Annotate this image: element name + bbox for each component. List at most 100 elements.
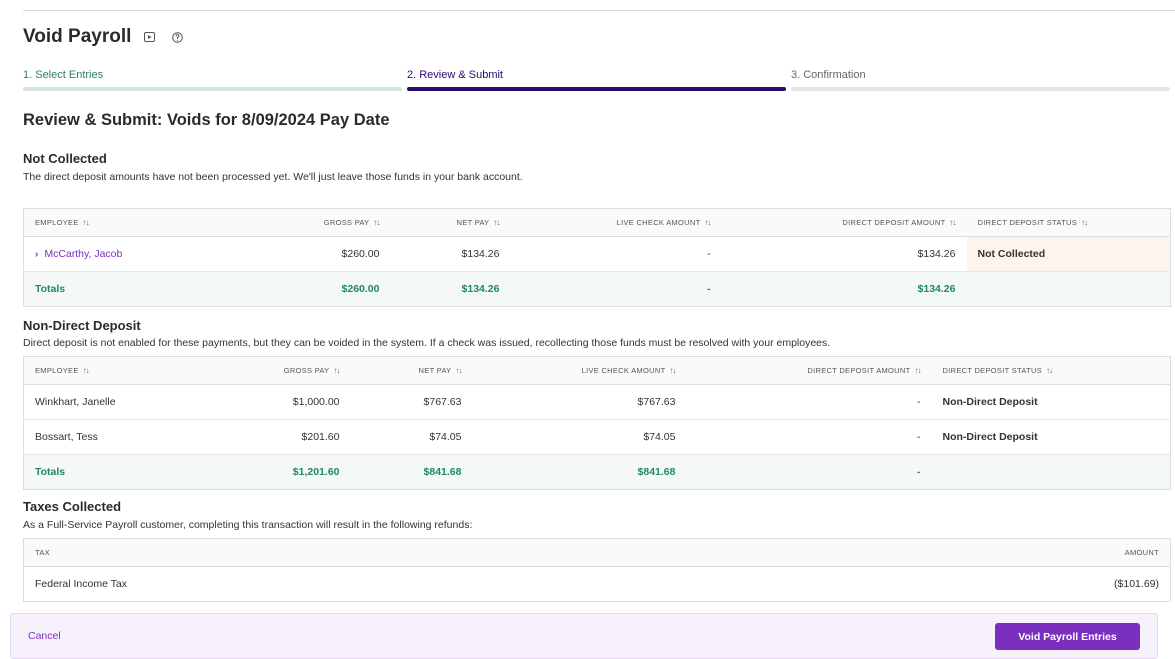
- gross-pay-cell: $201.60: [228, 419, 351, 455]
- total-live: $841.68: [472, 454, 687, 490]
- sort-icon[interactable]: ↑↓: [670, 366, 677, 375]
- totals-label: Totals: [23, 454, 229, 490]
- totals-row: Totals $260.00 $134.26 - $134.26: [23, 271, 1171, 307]
- page-title: Void Payroll: [23, 26, 132, 47]
- table-row: Winkhart, Janelle $1,000.00 $767.63 $767…: [23, 384, 1171, 420]
- total-empty: [931, 454, 1171, 490]
- tax-amount-cell: ($101.69): [1114, 578, 1159, 590]
- table-row[interactable]: › McCarthy, Jacob $260.00 $134.26 - $134.…: [23, 236, 1171, 272]
- not-collected-title: Not Collected: [23, 151, 107, 166]
- header-label: Net Pay: [418, 366, 452, 375]
- video-icon[interactable]: [143, 31, 155, 43]
- table-header-row: Tax Amount: [23, 538, 1171, 567]
- action-bar: Cancel Void Payroll Entries: [10, 613, 1158, 659]
- sort-icon[interactable]: ↑↓: [915, 366, 922, 375]
- col-dd-amount[interactable]: Direct Deposit Amount ↑↓: [686, 356, 932, 385]
- col-gross-pay[interactable]: Gross Pay ↑↓: [243, 208, 391, 237]
- taxes-description: As a Full-Service Payroll customer, comp…: [23, 519, 473, 531]
- col-dd-status[interactable]: Direct Deposit Status ↑↓: [931, 356, 1171, 385]
- sort-icon[interactable]: ↑↓: [334, 366, 341, 375]
- table-header-row: Employee ↑↓ Gross Pay ↑↓ Net Pay ↑↓ Live Ch…: [23, 208, 1171, 237]
- sort-icon[interactable]: ↑↓: [374, 218, 381, 227]
- header-label: Direct Deposit Status: [942, 366, 1043, 375]
- void-payroll-entries-button[interactable]: Void Payroll Entries: [995, 623, 1140, 650]
- totals-label: Totals: [23, 271, 244, 307]
- sort-icon[interactable]: ↑↓: [950, 218, 957, 227]
- header-label: Gross Pay: [323, 218, 370, 227]
- total-dd: $134.26: [721, 271, 967, 307]
- sort-icon[interactable]: ↑↓: [1046, 366, 1053, 375]
- header-label: Direct Deposit Amount: [807, 366, 911, 375]
- sort-icon[interactable]: ↑↓: [494, 218, 501, 227]
- non-dd-table: Employee ↑↓ Gross Pay ↑↓ Net Pay ↑↓ Live Ch…: [23, 356, 1171, 490]
- col-net-pay[interactable]: Net Pay ↑↓: [390, 208, 511, 237]
- sort-icon[interactable]: ↑↓: [456, 366, 463, 375]
- live-check-cell: -: [510, 236, 722, 272]
- net-pay-cell: $134.26: [390, 236, 511, 272]
- employee-cell: Bossart, Tess: [23, 419, 229, 455]
- totals-row: Totals $1,201.60 $841.68 $841.68 -: [23, 454, 1171, 490]
- col-dd-amount[interactable]: Direct Deposit Amount ↑↓: [721, 208, 967, 237]
- chevron-right-icon[interactable]: ›: [35, 249, 38, 260]
- step-progress-bar: [407, 87, 786, 91]
- dd-status-cell: Not Collected: [966, 236, 1171, 272]
- sort-icon[interactable]: ↑↓: [705, 218, 712, 227]
- col-tax: Tax: [23, 538, 624, 567]
- top-divider: [23, 10, 1175, 11]
- step-label: 1. Select Entries: [23, 69, 104, 81]
- step-select-entries[interactable]: 1. Select Entries: [23, 68, 402, 91]
- not-collected-description: The direct deposit amounts have not been…: [23, 171, 523, 183]
- header-label: Gross Pay: [283, 366, 330, 375]
- col-employee[interactable]: Employee ↑↓: [23, 208, 244, 237]
- dd-amount-cell: $134.26: [721, 236, 967, 272]
- gross-pay-cell: $260.00: [243, 236, 391, 272]
- total-net: $134.26: [390, 271, 511, 307]
- total-dd: -: [686, 454, 932, 490]
- sort-icon[interactable]: ↑↓: [83, 218, 90, 227]
- non-dd-description: Direct deposit is not enabled for these …: [23, 337, 831, 349]
- dd-amount-cell: -: [686, 419, 932, 455]
- total-gross: $260.00: [243, 271, 391, 307]
- header-label: Direct Deposit Amount: [842, 218, 946, 227]
- header-label: Live Check Amount: [616, 218, 701, 227]
- col-net-pay[interactable]: Net Pay ↑↓: [350, 356, 473, 385]
- col-gross-pay[interactable]: Gross Pay ↑↓: [228, 356, 351, 385]
- employee-cell: Winkhart, Janelle: [23, 384, 229, 420]
- col-amount: Amount: [623, 538, 1171, 567]
- header-label: Direct Deposit Status: [977, 218, 1078, 227]
- col-employee[interactable]: Employee ↑↓: [23, 356, 229, 385]
- non-dd-title: Non-Direct Deposit: [23, 318, 141, 333]
- live-check-cell: $74.05: [472, 419, 687, 455]
- col-live-check[interactable]: Live Check Amount ↑↓: [472, 356, 687, 385]
- net-pay-cell: $767.63: [350, 384, 473, 420]
- dd-amount-cell: -: [686, 384, 932, 420]
- live-check-cell: $767.63: [472, 384, 687, 420]
- step-review-submit: 2. Review & Submit: [407, 68, 786, 91]
- review-heading: Review & Submit: Voids for 8/09/2024 Pay…: [23, 111, 390, 129]
- total-gross: $1,201.60: [228, 454, 351, 490]
- header-label: Employee: [35, 366, 79, 375]
- col-live-check[interactable]: Live Check Amount ↑↓: [510, 208, 722, 237]
- step-label: 2. Review & Submit: [407, 69, 503, 81]
- net-pay-cell: $74.05: [350, 419, 473, 455]
- not-collected-table: Employee ↑↓ Gross Pay ↑↓ Net Pay ↑↓ Live Ch…: [23, 208, 1171, 307]
- gross-pay-cell: $1,000.00: [228, 384, 351, 420]
- step-progress-bar: [23, 87, 402, 91]
- header-label: Live Check Amount: [581, 366, 666, 375]
- help-icon[interactable]: [171, 31, 183, 43]
- dd-status-cell: Non-Direct Deposit: [931, 419, 1171, 455]
- table-row: Federal Income Tax ($101.69): [24, 567, 1171, 602]
- employee-link[interactable]: McCarthy, Jacob: [44, 248, 122, 260]
- table-row: Bossart, Tess $201.60 $74.05 $74.05 - No…: [23, 419, 1171, 455]
- header-label: Employee: [35, 218, 79, 227]
- tax-name-cell: Federal Income Tax: [35, 578, 128, 590]
- sort-icon[interactable]: ↑↓: [1081, 218, 1088, 227]
- step-label: 3. Confirmation: [791, 69, 866, 81]
- employee-cell[interactable]: › McCarthy, Jacob: [23, 236, 244, 272]
- stepper: 1. Select Entries 2. Review & Submit 3. …: [23, 68, 1170, 91]
- cancel-button[interactable]: Cancel: [28, 630, 61, 642]
- col-dd-status[interactable]: Direct Deposit Status ↑↓: [966, 208, 1171, 237]
- sort-icon[interactable]: ↑↓: [83, 366, 90, 375]
- title-row: Void Payroll: [23, 26, 183, 48]
- dd-status-cell: Non-Direct Deposit: [931, 384, 1171, 420]
